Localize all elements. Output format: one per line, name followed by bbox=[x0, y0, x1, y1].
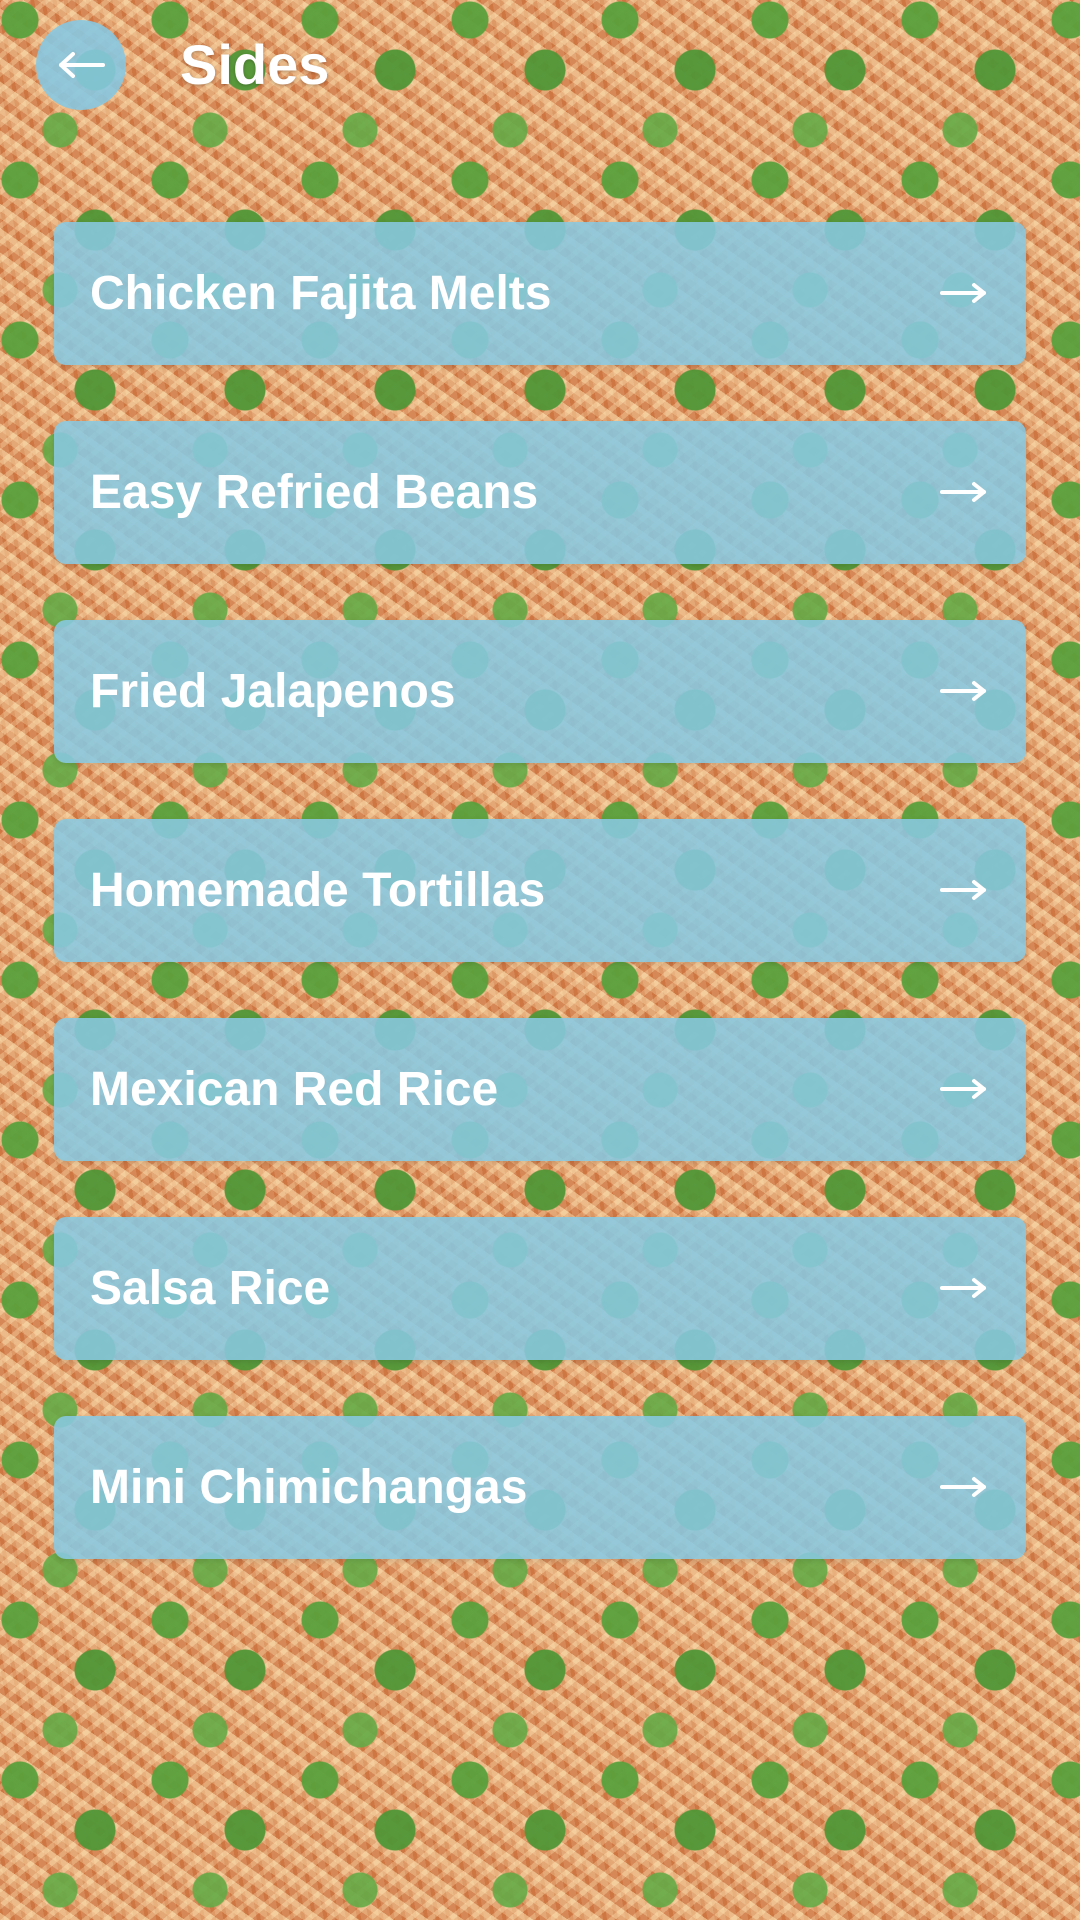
list-item[interactable]: Homemade Tortillas bbox=[54, 819, 1026, 962]
list-item[interactable]: Mexican Red Rice bbox=[54, 1018, 1026, 1161]
arrow-right-icon bbox=[940, 1477, 986, 1497]
list-item-label: Easy Refried Beans bbox=[90, 466, 539, 519]
page-title: Sides bbox=[180, 33, 330, 96]
list-item-label: Chicken Fajita Melts bbox=[90, 267, 552, 320]
list-item-label: Mexican Red Rice bbox=[90, 1063, 499, 1116]
arrow-right-icon bbox=[940, 1278, 986, 1298]
app-header: Sides bbox=[0, 0, 1080, 130]
arrow-right-icon bbox=[940, 482, 986, 502]
arrow-right-icon bbox=[940, 283, 986, 303]
list-item-label: Salsa Rice bbox=[90, 1262, 331, 1315]
back-button[interactable] bbox=[36, 20, 126, 110]
list-item[interactable]: Mini Chimichangas bbox=[54, 1416, 1026, 1559]
arrow-left-icon bbox=[59, 52, 105, 78]
arrow-right-icon bbox=[940, 880, 986, 900]
recipe-list: Chicken Fajita Melts Easy Refried Beans … bbox=[54, 222, 1026, 1615]
arrow-right-icon bbox=[940, 681, 986, 701]
list-item[interactable]: Salsa Rice bbox=[54, 1217, 1026, 1360]
list-item-label: Homemade Tortillas bbox=[90, 864, 546, 917]
list-item[interactable]: Chicken Fajita Melts bbox=[54, 222, 1026, 365]
list-item[interactable]: Easy Refried Beans bbox=[54, 421, 1026, 564]
list-item[interactable]: Fried Jalapenos bbox=[54, 620, 1026, 763]
list-item-label: Mini Chimichangas bbox=[90, 1461, 528, 1514]
list-item-label: Fried Jalapenos bbox=[90, 665, 456, 718]
arrow-right-icon bbox=[940, 1079, 986, 1099]
